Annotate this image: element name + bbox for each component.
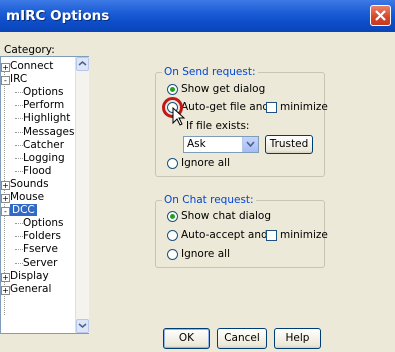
if-file-exists-value: Ask xyxy=(187,138,206,150)
tree-item-label: Connect xyxy=(10,60,54,72)
collapse-icon[interactable]: - xyxy=(1,207,10,217)
tree-branch-line xyxy=(15,236,23,238)
tree-item-label: Options xyxy=(23,217,64,230)
scroll-up-button[interactable] xyxy=(76,57,89,71)
expand-icon[interactable]: + xyxy=(1,63,10,72)
tree-branch-line xyxy=(15,223,23,225)
tree-item-label: Fserve xyxy=(23,243,58,256)
tree-item-options-sub[interactable]: Options xyxy=(15,217,64,230)
tree-item-dcc[interactable]: - DCC xyxy=(1,204,37,217)
tree-item-label: Sounds xyxy=(10,177,49,190)
close-icon xyxy=(375,10,386,21)
tree-item-label: Logging xyxy=(23,151,65,164)
trusted-button[interactable]: Trusted xyxy=(265,135,313,154)
auto-accept-radio[interactable] xyxy=(167,230,178,241)
tree-item-label: Catcher xyxy=(23,138,65,151)
category-label: Category: xyxy=(4,44,55,56)
chevron-up-icon xyxy=(78,61,87,66)
tree-item-highlight-sub[interactable]: Highlight xyxy=(15,112,71,125)
auto-get-file-label: Auto-get file and xyxy=(181,101,270,113)
title-bar: mIRC Options xyxy=(0,0,395,32)
tree-item-flood-sub[interactable]: Flood xyxy=(15,164,52,178)
send-minimize-label: minimize xyxy=(280,101,328,113)
expand-icon[interactable]: + xyxy=(1,180,10,190)
tree-branch-line xyxy=(15,144,23,146)
chat-minimize-checkbox[interactable] xyxy=(266,230,277,241)
expand-icon[interactable]: + xyxy=(1,272,10,282)
tree-item-folders-sub[interactable]: Folders xyxy=(15,230,61,243)
send-ignore-all-radio[interactable] xyxy=(167,158,178,169)
tree-item-mouse[interactable]: + Mouse xyxy=(1,191,45,204)
cancel-button[interactable]: Cancel xyxy=(217,328,267,349)
tree-scrollbar[interactable] xyxy=(75,57,89,333)
collapse-icon[interactable]: - xyxy=(1,76,10,86)
chat-request-title: On Chat request: xyxy=(162,194,256,206)
chat-ignore-all-radio[interactable] xyxy=(167,249,178,260)
tree-branch-line xyxy=(15,131,23,133)
show-chat-dialog-label: Show chat dialog xyxy=(181,210,272,222)
combo-dropdown-button[interactable] xyxy=(242,137,258,152)
tree-item-label: Display xyxy=(10,269,49,282)
mouse-cursor-icon xyxy=(172,107,186,126)
tree-item-label: Server xyxy=(23,256,58,269)
show-get-dialog-radio[interactable] xyxy=(167,84,178,95)
tree-item-label: General xyxy=(10,282,52,295)
window-title: mIRC Options xyxy=(6,8,110,24)
tree-item-label: Perform xyxy=(23,99,65,112)
tree-branch-line xyxy=(15,118,23,120)
tree-item-logging-sub[interactable]: Logging xyxy=(15,151,65,165)
tree-item-connect[interactable]: + Connect xyxy=(1,60,54,73)
tree-item-irc[interactable]: - IRC xyxy=(1,73,28,86)
tree-branch-line xyxy=(15,249,23,251)
tree-item-display[interactable]: + Display xyxy=(1,269,49,283)
tree-branch-line xyxy=(15,170,23,172)
chat-ignore-all-label: Ignore all xyxy=(181,248,230,260)
tree-item-label: Folders xyxy=(23,230,61,243)
tree-item-perform-sub[interactable]: Perform xyxy=(15,99,65,112)
scroll-down-button[interactable] xyxy=(76,319,89,333)
close-button[interactable] xyxy=(370,5,391,26)
tree-item-label: Options xyxy=(23,86,64,99)
send-ignore-all-label: Ignore all xyxy=(181,157,230,169)
tree-item-options-sub[interactable]: Options xyxy=(15,86,64,99)
tree-item-label: DCC xyxy=(10,204,37,217)
tree-branch-line xyxy=(15,262,23,264)
chat-minimize-label: minimize xyxy=(280,229,328,241)
tree-branch-line xyxy=(15,157,23,159)
auto-accept-label: Auto-accept and xyxy=(181,229,268,241)
tree-item-label: IRC xyxy=(10,73,28,86)
tree-branch-line xyxy=(15,105,23,107)
chevron-down-icon xyxy=(78,323,87,328)
if-file-exists-label: If file exists: xyxy=(186,120,250,132)
if-file-exists-select[interactable]: Ask xyxy=(183,136,259,153)
tree-item-label: Highlight xyxy=(23,112,71,125)
expand-icon[interactable]: + xyxy=(1,285,10,295)
tree-item-server-sub[interactable]: Server xyxy=(15,256,58,270)
tree-item-messages-sub[interactable]: Messages xyxy=(15,125,75,139)
tree-item-sounds[interactable]: + Sounds xyxy=(1,177,49,191)
show-get-dialog-label: Show get dialog xyxy=(181,83,266,95)
chevron-down-icon xyxy=(246,141,255,148)
tree-item-fserve-sub[interactable]: Fserve xyxy=(15,243,58,256)
send-request-title: On Send request: xyxy=(162,66,258,78)
tree-item-catcher-sub[interactable]: Catcher xyxy=(15,138,65,152)
show-chat-dialog-radio[interactable] xyxy=(167,211,178,222)
tree-item-general[interactable]: + General xyxy=(1,282,52,296)
tree-item-label: Messages xyxy=(23,125,75,138)
expand-icon[interactable]: + xyxy=(1,194,10,203)
tree-item-label: Mouse xyxy=(10,191,45,203)
tree-branch-line xyxy=(15,92,23,94)
send-minimize-checkbox[interactable] xyxy=(266,102,277,113)
tree-item-label: Flood xyxy=(23,164,52,177)
help-button[interactable]: Help xyxy=(274,328,321,349)
ok-button[interactable]: OK xyxy=(163,328,210,349)
